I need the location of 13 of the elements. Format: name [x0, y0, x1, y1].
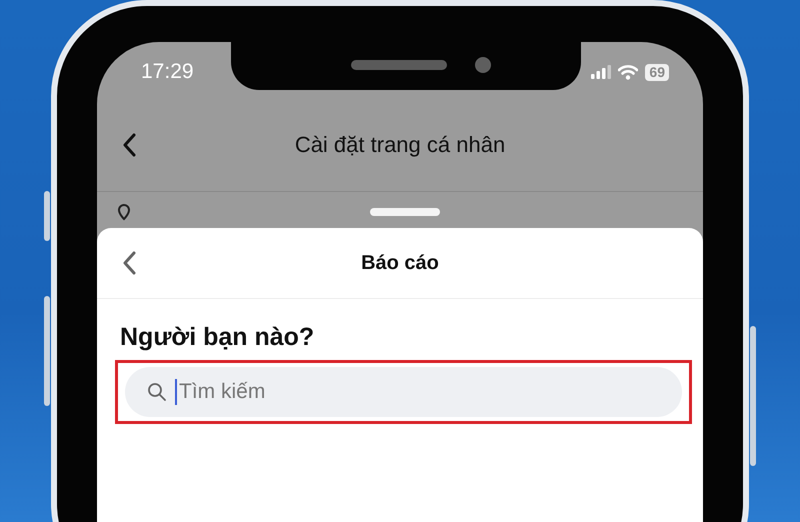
search-field[interactable]: Tìm kiếm — [125, 367, 682, 417]
page-title: Cài đặt trang cá nhân — [294, 132, 506, 158]
search-icon — [147, 382, 167, 402]
status-time: 17:29 — [141, 60, 194, 84]
wifi-icon — [618, 64, 638, 80]
sheet-title: Báo cáo — [361, 252, 439, 274]
drag-handle[interactable] — [370, 208, 440, 216]
back-icon[interactable] — [123, 132, 137, 156]
battery-level: 69 — [645, 64, 669, 80]
camera-dot — [475, 57, 491, 73]
signal-icon — [591, 65, 612, 79]
back-icon[interactable] — [123, 251, 137, 275]
question-heading: Người bạn nào? — [120, 323, 316, 352]
